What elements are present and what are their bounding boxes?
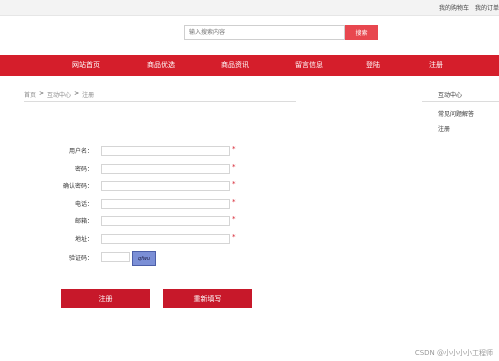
cart-link[interactable]: 我的购物车 <box>439 3 469 12</box>
nav-login[interactable]: 登陆 <box>366 55 380 76</box>
required-mark: * <box>232 180 236 188</box>
breadcrumb-separator: > <box>74 90 80 97</box>
required-mark: * <box>232 198 236 206</box>
top-bar: 我的购物车 我的订单 <box>0 0 499 16</box>
password-input[interactable] <box>101 164 230 174</box>
required-mark: * <box>232 215 236 223</box>
sidebar-link-faq[interactable]: 常见问题解答 <box>438 109 474 118</box>
username-input[interactable] <box>101 146 230 156</box>
search-button[interactable]: 搜索 <box>345 25 378 40</box>
confirm-password-label: 确认密码： <box>62 183 93 190</box>
required-mark: * <box>232 145 236 153</box>
top-links: 我的购物车 我的订单 <box>439 3 499 12</box>
breadcrumb-separator: > <box>39 90 45 97</box>
password-label: 密码： <box>74 166 93 173</box>
orders-link[interactable]: 我的订单 <box>475 3 499 12</box>
sidebar-title: 互动中心 <box>422 90 499 102</box>
required-mark: * <box>232 163 236 171</box>
breadcrumb-home[interactable]: 首页 <box>24 90 36 101</box>
required-mark: * <box>232 233 236 241</box>
sidebar-link-register[interactable]: 注册 <box>438 124 450 133</box>
search-bar: 搜索 <box>184 25 378 40</box>
nav-home[interactable]: 网站首页 <box>72 55 100 76</box>
captcha-label: 验证码： <box>68 255 93 262</box>
nav-products[interactable]: 商品优选 <box>147 55 175 76</box>
email-label: 邮箱： <box>74 218 93 225</box>
breadcrumb: 首页 > 互动中心 > 注册 <box>24 90 296 102</box>
main-nav: 网站首页 商品优选 商品资讯 留言信息 登陆 注册 <box>0 55 499 76</box>
captcha-input[interactable] <box>101 252 130 262</box>
nav-register[interactable]: 注册 <box>429 55 443 76</box>
phone-input[interactable] <box>101 199 230 209</box>
search-input[interactable] <box>184 25 345 40</box>
address-input[interactable] <box>101 234 230 244</box>
username-label: 用户名： <box>68 148 93 155</box>
confirm-password-input[interactable] <box>101 181 230 191</box>
phone-label: 电话： <box>74 201 93 208</box>
nav-messages[interactable]: 留言信息 <box>295 55 323 76</box>
watermark: CSDN @小小小小工程师 <box>414 349 493 357</box>
reset-button[interactable]: 重新填写 <box>163 289 252 308</box>
breadcrumb-current: 注册 <box>82 92 95 99</box>
captcha-image[interactable]: qfwu <box>132 251 156 266</box>
address-label: 地址： <box>74 236 93 243</box>
register-button[interactable]: 注册 <box>61 289 150 308</box>
breadcrumb-interaction[interactable]: 互动中心 <box>47 90 71 101</box>
email-input[interactable] <box>101 216 230 226</box>
nav-news[interactable]: 商品资讯 <box>221 55 249 76</box>
